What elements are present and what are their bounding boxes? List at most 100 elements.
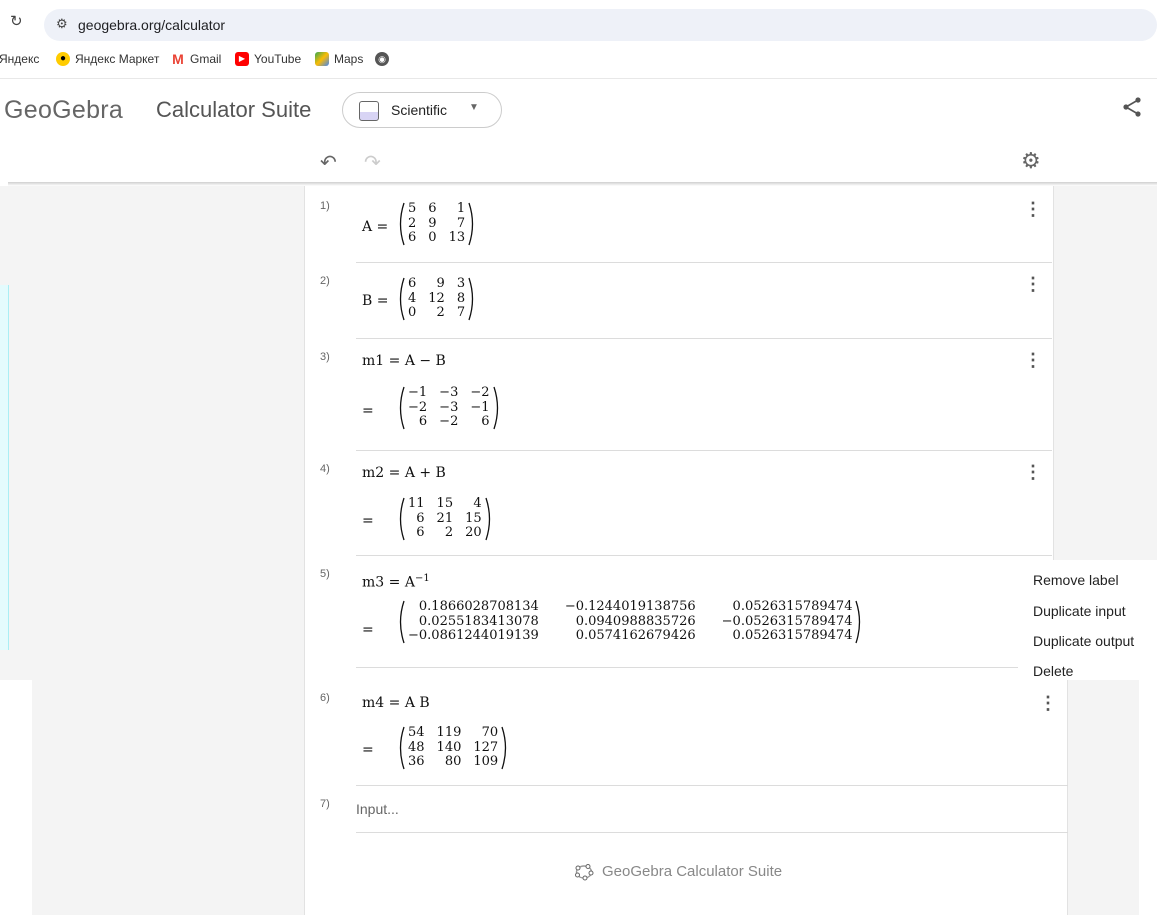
bookmark-gmail[interactable]: M Gmail	[171, 52, 221, 66]
matrix-grid: 5 6 1 2 9 7 6 0 13	[406, 202, 467, 246]
matrix-cell: 6	[416, 525, 425, 541]
app-selector-button[interactable]: Scientific ▼	[342, 92, 502, 128]
matrix-cell: 0.0526315789474	[732, 599, 853, 614]
geogebra-logo[interactable]: GeoGebra	[4, 96, 123, 125]
matrix-cell: 13	[448, 230, 466, 246]
left-paren	[396, 277, 406, 321]
more-options-icon[interactable]: ⋮	[1024, 463, 1042, 481]
redo-icon[interactable]: ↷	[364, 150, 381, 175]
matrix: −1 −3 −2 −2 −3 −1 6 −2 6	[396, 386, 502, 430]
reload-icon[interactable]: ↻	[10, 14, 26, 30]
menu-item-delete[interactable]: Delete	[1033, 663, 1073, 679]
matrix-cell: 54	[408, 725, 425, 740]
browser-url-bar: ↻ ⚙ geogebra.org/calculator	[0, 0, 1157, 44]
right-paren	[854, 600, 864, 644]
row-number: 2)	[320, 275, 330, 287]
row-divider	[356, 555, 1052, 556]
matrix-cell: 48	[408, 739, 425, 755]
side-strip	[0, 285, 9, 650]
matrix-cell: 20	[465, 525, 482, 541]
menu-item-duplicate-input[interactable]: Duplicate input	[1033, 603, 1126, 619]
expression-base: m3 = A	[362, 574, 415, 591]
matrix-cell: 1	[456, 201, 466, 216]
matrix-cell: 4	[473, 496, 482, 511]
bookmark-label: Яндекс	[0, 52, 40, 66]
matrix-cell: −0.0861244019139	[408, 628, 539, 644]
row-lhs: B =	[362, 293, 389, 309]
right-paren	[467, 277, 477, 321]
left-paren	[396, 497, 406, 541]
matrix-cell: 127	[473, 739, 499, 755]
bookmark-yandex-market[interactable]: ● Яндекс Маркет	[56, 52, 159, 66]
matrix-grid: 0.1866028708134 −0.1244019138756 0.0526315…	[406, 600, 854, 644]
matrix-cell: 3	[456, 276, 466, 291]
bookmark-yandex[interactable]: Яндекс	[0, 52, 39, 66]
matrix-cell: −2	[470, 385, 490, 400]
algebra-input-field[interactable]: Input...	[356, 801, 399, 817]
matrix-cell: 7	[456, 305, 466, 321]
site-settings-icon[interactable]: ⚙	[56, 16, 68, 32]
matrix-cell: 2	[408, 215, 417, 231]
bookmark-label: Gmail	[190, 52, 222, 66]
left-paren	[396, 386, 406, 430]
row-equals: =	[362, 742, 374, 758]
more-options-icon[interactable]: ⋮	[1024, 275, 1042, 293]
scientific-calculator-icon	[359, 101, 379, 121]
bookmark-label: YouTube	[254, 52, 302, 66]
matrix-cell: 6	[481, 414, 490, 430]
matrix-cell: −0.1244019138756	[564, 599, 696, 614]
left-background	[0, 186, 304, 680]
matrix-cell: 109	[473, 754, 499, 770]
geogebra-logo-icon	[575, 864, 594, 881]
matrix-cell: 6	[418, 414, 428, 430]
matrix-cell: 0.0940988835726	[575, 613, 696, 629]
bookmark-youtube[interactable]: ▶ YouTube	[235, 52, 301, 66]
row-divider	[356, 450, 1052, 451]
menu-item-duplicate-output[interactable]: Duplicate output	[1033, 633, 1134, 649]
matrix: 0.1866028708134 −0.1244019138756 0.0526315…	[396, 600, 864, 644]
matrix-grid: 11 15 4 6 21 15 6 2 20	[406, 497, 484, 541]
more-options-icon[interactable]: ⋮	[1039, 694, 1057, 712]
matrix-cell: 6	[416, 510, 425, 526]
matrix-cell: 6	[408, 276, 417, 291]
bookmarks-divider	[0, 78, 1157, 79]
expression-exponent: −1	[414, 573, 430, 584]
row-equals: =	[362, 513, 374, 529]
settings-gear-icon[interactable]: ⚙	[1021, 148, 1041, 174]
matrix-cell: −3	[439, 399, 459, 415]
bookmarks-bar: Яндекс ● Яндекс Маркет M Gmail ▶ YouTube…	[0, 48, 1157, 72]
footer-text: GeoGebra Calculator Suite	[602, 862, 783, 880]
matrix-cell: 2	[436, 305, 445, 321]
matrix-cell: −2	[408, 399, 428, 415]
left-paren	[396, 202, 406, 246]
menu-item-remove-label[interactable]: Remove label	[1033, 572, 1119, 588]
matrix-cell: −3	[439, 385, 459, 400]
bookmark-globe[interactable]: ◉	[375, 52, 389, 66]
matrix-cell: 2	[444, 525, 454, 541]
matrix-cell: 70	[481, 725, 499, 740]
undo-icon[interactable]: ↶	[320, 150, 337, 175]
left-paren	[396, 726, 406, 770]
bookmark-maps[interactable]: Maps	[315, 52, 363, 66]
row-number: 5)	[320, 568, 330, 580]
matrix-cell: 11	[408, 496, 425, 511]
row-divider	[356, 832, 1068, 833]
row-number: 4)	[320, 463, 330, 475]
more-options-icon[interactable]: ⋮	[1024, 200, 1042, 218]
matrix-cell: 0.0574162679426	[575, 628, 696, 644]
globe-icon: ◉	[375, 52, 389, 66]
matrix-cell: 5	[408, 201, 417, 216]
more-options-icon[interactable]: ⋮	[1024, 351, 1042, 369]
matrix-cell: 7	[456, 215, 466, 231]
matrix-cell: −2	[439, 414, 459, 430]
address-bar[interactable]: ⚙ geogebra.org/calculator	[44, 9, 1157, 41]
row-equals: =	[362, 622, 374, 638]
matrix-cell: −1	[470, 399, 490, 415]
matrix-cell: 0.0526315789474	[732, 628, 853, 644]
matrix-cell: 4	[408, 290, 417, 306]
matrix-cell: 9	[428, 215, 437, 231]
matrix-cell: 6	[408, 230, 417, 246]
matrix-grid: 6 9 3 4 12 8 0 2 7	[406, 277, 467, 321]
matrix: 11 15 4 6 21 15 6 2 20	[396, 497, 494, 541]
share-icon[interactable]	[1121, 96, 1143, 118]
